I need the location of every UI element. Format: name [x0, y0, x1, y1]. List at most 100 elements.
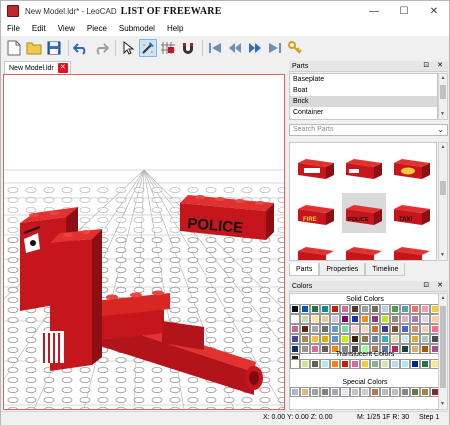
color-swatch[interactable] [290, 314, 300, 324]
color-swatch[interactable] [310, 314, 320, 324]
part-preview-p6[interactable]: TAXI [390, 193, 434, 233]
color-swatch[interactable] [390, 334, 400, 344]
scroll-thumb[interactable] [440, 85, 446, 99]
color-swatch[interactable] [390, 314, 400, 324]
color-swatch[interactable] [410, 304, 420, 314]
color-swatch[interactable] [360, 359, 370, 369]
part-preview-p1[interactable] [294, 147, 338, 187]
scroll-down-arrow-icon[interactable]: ▼ [440, 110, 445, 119]
color-swatch[interactable] [320, 314, 330, 324]
color-swatch[interactable] [320, 324, 330, 334]
color-swatch[interactable] [360, 314, 370, 324]
color-swatch[interactable] [420, 314, 430, 324]
color-swatch[interactable] [410, 334, 420, 344]
color-swatch[interactable] [370, 334, 380, 344]
category-item-selected[interactable]: Brick [290, 96, 437, 107]
color-swatch[interactable] [360, 324, 370, 334]
color-swatch[interactable] [350, 314, 360, 324]
tab-properties[interactable]: Properties [319, 263, 366, 276]
scroll-up-arrow-icon[interactable]: ▲ [439, 294, 447, 303]
color-swatch[interactable] [420, 324, 430, 334]
color-swatch[interactable] [420, 334, 430, 344]
color-swatch[interactable] [340, 334, 350, 344]
color-swatch[interactable] [350, 359, 360, 369]
menu-file[interactable]: File [1, 24, 26, 33]
scroll-down-arrow-icon[interactable]: ▼ [440, 400, 445, 409]
search-parts-input[interactable]: Search Parts ⌄ [289, 124, 448, 136]
color-swatch[interactable] [310, 359, 320, 369]
category-list[interactable]: Baseplate Boat Brick Container [289, 73, 438, 120]
color-swatch[interactable] [340, 304, 350, 314]
color-swatch[interactable] [330, 334, 340, 344]
color-swatch[interactable] [370, 324, 380, 334]
maximize-button[interactable]: ☐ [389, 1, 419, 21]
color-swatch[interactable] [290, 304, 300, 314]
color-swatch[interactable] [350, 387, 360, 397]
category-item[interactable]: Baseplate [290, 74, 437, 85]
redo-icon[interactable] [92, 39, 110, 57]
color-swatch[interactable] [400, 324, 410, 334]
magnet-icon[interactable] [179, 39, 197, 57]
color-swatch[interactable] [320, 304, 330, 314]
color-swatch[interactable] [340, 387, 350, 397]
color-swatch[interactable] [290, 359, 300, 369]
key-icon[interactable] [286, 39, 304, 57]
color-swatch[interactable] [330, 359, 340, 369]
menu-submodel[interactable]: Submodel [113, 24, 161, 33]
color-swatch[interactable] [390, 304, 400, 314]
color-swatch[interactable] [360, 387, 370, 397]
color-swatch[interactable] [400, 334, 410, 344]
color-swatch[interactable] [380, 304, 390, 314]
color-swatch[interactable] [310, 387, 320, 397]
part-preview-p3[interactable] [390, 147, 434, 187]
color-swatch[interactable] [350, 304, 360, 314]
color-swatch[interactable] [350, 334, 360, 344]
color-swatch[interactable] [340, 324, 350, 334]
previous-step-icon[interactable] [226, 39, 244, 57]
parts-panel-controls[interactable]: ⊡ ✕ [423, 61, 446, 69]
color-swatch[interactable] [400, 314, 410, 324]
category-item[interactable]: Container [290, 107, 437, 118]
color-swatch[interactable] [290, 324, 300, 334]
color-swatch[interactable] [340, 359, 350, 369]
color-swatch[interactable] [300, 359, 310, 369]
color-swatch[interactable] [290, 387, 300, 397]
color-swatch[interactable] [360, 334, 370, 344]
color-swatch[interactable] [370, 314, 380, 324]
color-swatch[interactable] [310, 304, 320, 314]
color-swatch[interactable] [300, 334, 310, 344]
color-swatch[interactable] [410, 314, 420, 324]
color-swatch[interactable] [360, 304, 370, 314]
chevron-down-icon[interactable]: ⌄ [437, 125, 444, 135]
insert-icon[interactable] [139, 38, 157, 57]
color-swatch[interactable] [400, 304, 410, 314]
color-swatch[interactable] [330, 324, 340, 334]
first-step-icon[interactable] [206, 39, 224, 57]
scroll-thumb[interactable] [440, 306, 446, 388]
color-swatch[interactable] [330, 304, 340, 314]
category-scrollbar[interactable]: ▲ ▼ [438, 73, 448, 120]
minimize-button[interactable]: — [359, 1, 389, 21]
color-swatch[interactable] [290, 334, 300, 344]
scroll-down-arrow-icon[interactable]: ▼ [440, 251, 445, 260]
last-step-icon[interactable] [266, 39, 284, 57]
colors-scrollbar[interactable]: ▲ ▼ [438, 293, 448, 410]
category-item[interactable]: Boat [290, 85, 437, 96]
color-swatch[interactable] [400, 359, 410, 369]
color-swatch[interactable] [380, 359, 390, 369]
tab-close-icon[interactable]: ✕ [57, 63, 68, 73]
color-swatch[interactable] [420, 387, 430, 397]
menu-edit[interactable]: Edit [26, 24, 52, 33]
color-swatch[interactable] [350, 324, 360, 334]
color-swatch[interactable] [310, 324, 320, 334]
color-swatch[interactable] [300, 324, 310, 334]
open-icon[interactable] [25, 39, 43, 57]
color-swatch[interactable] [300, 304, 310, 314]
next-step-icon[interactable] [246, 39, 264, 57]
color-swatch[interactable] [410, 359, 420, 369]
colors-panel-controls[interactable]: ⊡ ✕ [423, 281, 446, 289]
color-swatch[interactable] [320, 387, 330, 397]
color-swatch[interactable] [410, 324, 420, 334]
scroll-up-arrow-icon[interactable]: ▲ [439, 143, 447, 152]
part-preview-p4[interactable]: FIRE [294, 193, 338, 233]
